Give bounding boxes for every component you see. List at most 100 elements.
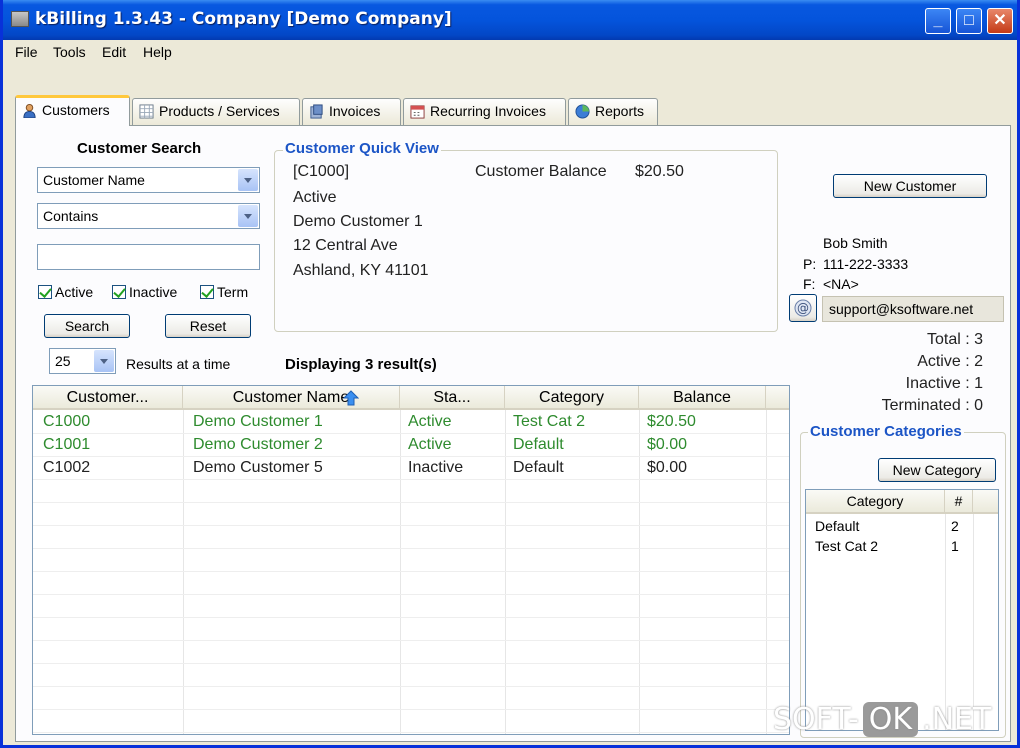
customer-results-grid[interactable]: Customer... Customer Name Sta... Categor… <box>32 385 790 735</box>
cell-balance: $0.00 <box>647 436 688 453</box>
cell-balance: $20.50 <box>647 413 696 430</box>
quick-view-balance-label: Customer Balance <box>475 163 607 180</box>
inactive-count: Inactive : 1 <box>905 375 983 392</box>
quick-view-status: Active <box>293 189 337 206</box>
tab-label: Invoices <box>329 103 381 119</box>
search-operator-select[interactable]: Contains <box>37 203 260 229</box>
column-customer-name-label: Customer Name <box>232 389 350 406</box>
email-button[interactable]: @ <box>789 294 817 322</box>
cell-balance: $0.00 <box>647 459 688 476</box>
active-count: Active : 2 <box>917 353 983 370</box>
tab-invoices[interactable]: Invoices <box>302 98 401 125</box>
contact-email: support@ksoftware.net <box>822 296 1004 322</box>
cell-id: C1002 <box>43 459 91 476</box>
watermark-middle: OK <box>862 702 919 737</box>
menu-help[interactable]: Help <box>143 44 172 60</box>
close-button[interactable]: ✕ <box>987 8 1013 34</box>
tab-label: Products / Services <box>159 103 280 119</box>
cell-id: C1000 <box>43 413 91 430</box>
quick-view-address1: 12 Central Ave <box>293 237 398 254</box>
checkbox-checked-icon <box>112 285 126 299</box>
grid-header: Customer... Customer Name Sta... Categor… <box>33 386 789 410</box>
menu-edit[interactable]: Edit <box>102 44 126 60</box>
search-operator-value: Contains <box>43 208 99 224</box>
minimize-button[interactable]: _ <box>925 8 951 34</box>
quick-view-id: [C1000] <box>293 163 350 180</box>
reset-button[interactable]: Reset <box>165 314 251 338</box>
invoice-icon <box>310 104 323 119</box>
watermark-right: .NET <box>922 702 992 737</box>
menu-tools[interactable]: Tools <box>53 44 86 60</box>
term-checkbox[interactable]: Term <box>200 284 248 300</box>
column-customer-name[interactable]: Customer Name <box>183 386 400 410</box>
tab-products-services[interactable]: Products / Services <box>132 98 300 125</box>
contact-phone: 111-222-3333 <box>823 256 909 272</box>
chart-icon <box>575 104 590 119</box>
title-bar[interactable]: kBilling 1.3.43 - Company [Demo Company]… <box>3 0 1017 40</box>
category-name: Test Cat 2 <box>815 538 879 554</box>
table-row[interactable]: C1000 Demo Customer 1 Active Test Cat 2 … <box>33 411 766 433</box>
category-row[interactable]: Default 2 <box>806 516 973 536</box>
svg-text:@: @ <box>797 301 809 315</box>
table-row[interactable]: C1001 Demo Customer 2 Active Default $0.… <box>33 434 766 456</box>
chevron-down-icon[interactable] <box>238 169 258 191</box>
results-at-a-time-label: Results at a time <box>126 356 231 372</box>
new-customer-button[interactable]: New Customer <box>833 174 987 198</box>
maximize-button[interactable]: □ <box>956 8 982 34</box>
cell-category: Test Cat 2 <box>513 413 586 430</box>
menu-file[interactable]: File <box>15 44 38 60</box>
column-category[interactable]: Category <box>505 386 639 410</box>
window-title: kBilling 1.3.43 - Company [Demo Company] <box>35 9 452 29</box>
category-name: Default <box>815 518 860 534</box>
cell-id: C1001 <box>43 436 91 453</box>
results-per-page-select[interactable]: 25 <box>49 348 116 374</box>
column-status[interactable]: Sta... <box>400 386 505 410</box>
inactive-checkbox[interactable]: Inactive <box>112 284 177 300</box>
chevron-down-icon[interactable] <box>94 350 114 372</box>
sort-ascending-icon <box>343 390 359 406</box>
cell-name: Demo Customer 1 <box>193 413 323 430</box>
tab-label: Recurring Invoices <box>430 103 546 119</box>
search-input[interactable] <box>37 244 260 270</box>
results-count-label: Displaying 3 result(s) <box>285 356 437 373</box>
column-category-count[interactable]: # <box>945 490 973 514</box>
app-icon <box>11 11 29 27</box>
cell-status: Active <box>408 436 452 453</box>
cell-category: Default <box>513 436 564 453</box>
category-row[interactable]: Test Cat 2 1 <box>806 536 973 556</box>
checkbox-checked-icon <box>200 285 214 299</box>
tab-customers[interactable]: Customers <box>15 95 130 126</box>
quick-view-address2: Ashland, KY 41101 <box>293 262 429 279</box>
search-button[interactable]: Search <box>44 314 130 338</box>
checkbox-label: Inactive <box>129 284 178 300</box>
column-category-name[interactable]: Category <box>806 490 945 514</box>
contact-name: Bob Smith <box>823 235 888 251</box>
checkbox-checked-icon <box>38 285 52 299</box>
terminated-count: Terminated : 0 <box>881 397 983 414</box>
chevron-down-icon[interactable] <box>238 205 258 227</box>
menu-bar: File Tools Edit Help <box>3 40 1017 64</box>
column-balance[interactable]: Balance <box>639 386 766 410</box>
results-per-page-value: 25 <box>55 353 71 369</box>
quick-view-title: Customer Quick View <box>283 140 441 157</box>
search-field-select[interactable]: Customer Name <box>37 167 260 193</box>
tab-label: Reports <box>595 103 645 119</box>
table-icon <box>139 104 154 119</box>
column-customer-id[interactable]: Customer... <box>33 386 183 410</box>
tab-recurring-invoices[interactable]: Recurring Invoices <box>403 98 566 125</box>
tab-reports[interactable]: Reports <box>568 98 658 125</box>
customer-search-title: Customer Search <box>77 140 202 157</box>
category-count: 1 <box>951 538 959 554</box>
app-window: kBilling 1.3.43 - Company [Demo Company]… <box>0 0 1020 748</box>
categories-grid[interactable]: Category # Default 2 Test Cat 2 1 <box>805 489 999 731</box>
category-count: 2 <box>951 518 959 534</box>
table-row[interactable]: C1002 Demo Customer 5 Inactive Default $… <box>33 457 766 479</box>
cell-status: Active <box>408 413 452 430</box>
cell-status: Inactive <box>408 459 464 476</box>
new-category-button[interactable]: New Category <box>878 458 996 482</box>
customers-panel: Customer Search Customer Name Contains A… <box>15 125 1011 742</box>
active-checkbox[interactable]: Active <box>38 284 93 300</box>
person-icon <box>23 103 36 118</box>
cell-name: Demo Customer 2 <box>193 436 323 453</box>
quick-view-name: Demo Customer 1 <box>293 213 423 230</box>
